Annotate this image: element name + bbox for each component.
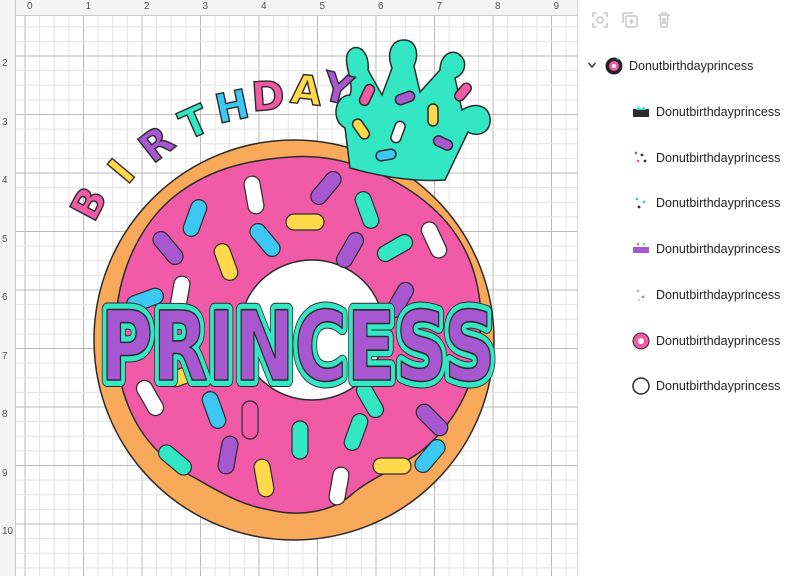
layer-group-row[interactable]: Donutbirthdayprincess <box>578 51 794 81</box>
sprinkles-white-thumbnail-icon <box>632 286 650 304</box>
duplicate-icon[interactable] <box>620 10 640 30</box>
layer-row[interactable]: Donutbirthdayprincess <box>578 280 794 310</box>
delete-icon[interactable] <box>654 10 674 30</box>
crown-birthday-thumbnail-icon <box>632 103 650 121</box>
sprinkle <box>285 213 325 231</box>
princess-text: PRINCESS PRINCESS PRINCESS <box>94 284 503 410</box>
design-canvas[interactable]: 0123456789 2 3 4 5 6 7 8 9 10 BIRTHDAY P… <box>0 0 578 576</box>
svg-text:PRINCESS: PRINCESS <box>101 291 496 403</box>
layer-row[interactable]: Donutbirthdayprincess <box>578 234 794 264</box>
focus-icon[interactable] <box>590 10 610 30</box>
crown <box>335 39 491 182</box>
princess-text-thumbnail-icon <box>632 240 650 258</box>
birthday-letter: H <box>211 81 253 133</box>
layer-name: Donutbirthdayprincess <box>656 242 781 257</box>
sprinkles-blue-thumbnail-icon <box>632 194 650 212</box>
layers-panel: Donutbirthdayprincess Donutbirthdayprinc… <box>578 0 794 576</box>
birthday-letter: T <box>173 96 217 149</box>
layer-row[interactable]: Donutbirthdayprincess <box>578 188 794 218</box>
birthday-letter: B <box>62 180 117 229</box>
layer-row[interactable]: Donutbirthdayprincess <box>578 143 794 173</box>
sprinkles-dots-thumbnail-icon <box>632 149 650 167</box>
layer-name: Donutbirthdayprincess <box>656 105 781 119</box>
layer-row[interactable]: Donutbirthdayprincess <box>578 326 794 356</box>
birthday-letter: I <box>100 151 145 192</box>
birthday-letter: D <box>250 73 286 121</box>
layer-name: Donutbirthdayprincess <box>656 287 781 302</box>
layer-group-name: Donutbirthdayprincess <box>629 59 754 73</box>
sprinkle <box>241 400 259 440</box>
layer-name: Donutbirthdayprincess <box>656 379 781 394</box>
birthday-letter: R <box>131 117 184 172</box>
layer-name: Donutbirthdayprincess <box>656 150 781 165</box>
layer-row[interactable]: Donutbirthdayprincess <box>578 97 794 127</box>
donut-princess-design[interactable]: BIRTHD AY PRINCESS PRINCESS PRINCESS <box>0 0 577 576</box>
sprinkle <box>372 457 412 475</box>
donut-icing-thumbnail-icon <box>632 332 650 350</box>
group-thumbnail-icon <box>605 57 623 75</box>
layer-name: Donutbirthdayprincess <box>656 196 781 211</box>
sprinkle <box>291 420 309 460</box>
donut-ring-thumbnail-icon <box>632 377 650 395</box>
layer-name: Donutbirthdayprincess <box>656 333 781 348</box>
chevron-down-icon[interactable] <box>587 57 597 75</box>
layer-row[interactable]: Donutbirthdayprincess <box>578 371 794 401</box>
